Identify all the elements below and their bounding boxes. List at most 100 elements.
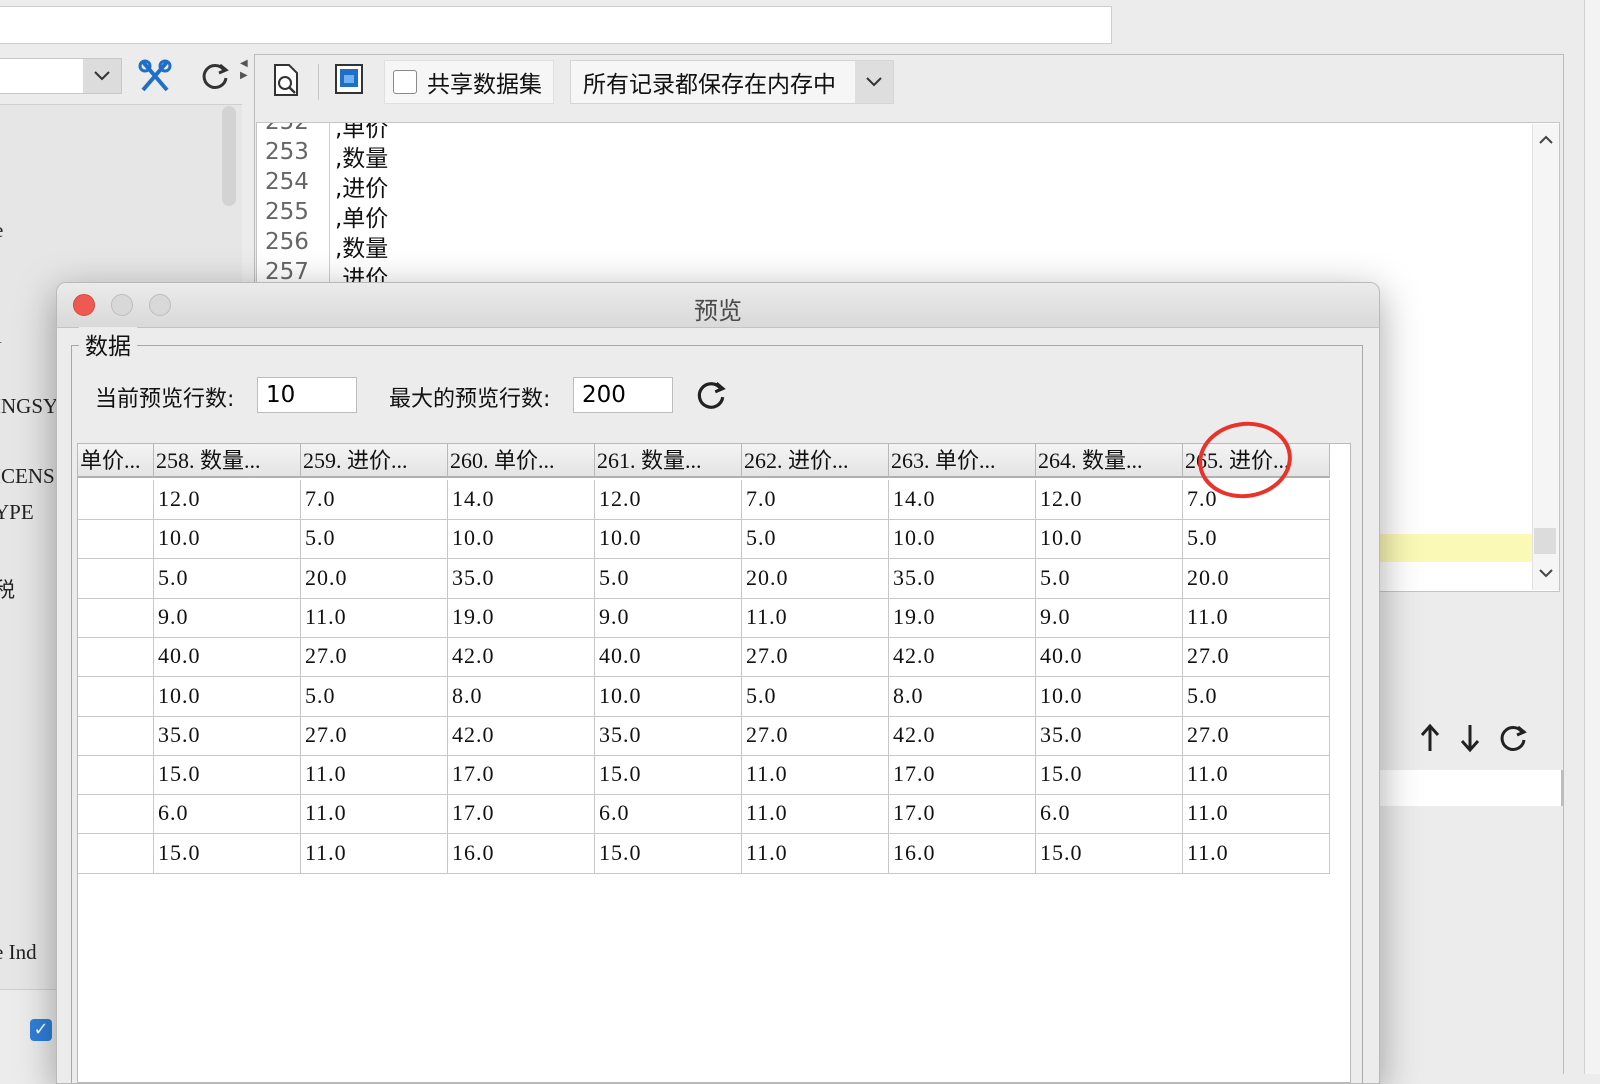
table-cell[interactable]: 27.0	[742, 715, 889, 756]
table-cell[interactable]: 16.0	[889, 833, 1036, 874]
refresh-icon[interactable]	[695, 379, 727, 415]
chevron-down-icon[interactable]	[83, 59, 121, 93]
table-cell[interactable]	[78, 676, 154, 717]
table-cell[interactable]: 42.0	[889, 637, 1036, 678]
table-cell[interactable]: 15.0	[1036, 755, 1183, 796]
max-rows-input[interactable]	[573, 377, 673, 413]
checkbox-unchecked[interactable]	[393, 70, 417, 94]
title-bar[interactable]: 预览	[57, 283, 1379, 328]
table-cell[interactable]: 10.0	[595, 519, 742, 560]
table-cell[interactable]	[78, 480, 154, 520]
table-cell[interactable]: 5.0	[595, 558, 742, 599]
table-cell[interactable]: 6.0	[595, 794, 742, 835]
table-cell[interactable]: 35.0	[595, 715, 742, 756]
editor-scrollbar[interactable]	[1532, 124, 1559, 590]
table-cell[interactable]: 40.0	[595, 637, 742, 678]
table-cell[interactable]	[78, 637, 154, 678]
table-cell[interactable]: 11.0	[742, 794, 889, 835]
table-cell[interactable]: 40.0	[154, 637, 301, 678]
table-cell[interactable]: 9.0	[1036, 597, 1183, 638]
table-cell[interactable]: 15.0	[595, 833, 742, 874]
table-cell[interactable]: 20.0	[742, 558, 889, 599]
table-cell[interactable]: 14.0	[889, 480, 1036, 520]
arrow-down-icon[interactable]	[1458, 723, 1482, 757]
table-cell[interactable]: 11.0	[301, 755, 448, 796]
table-cell[interactable]: 8.0	[448, 676, 595, 717]
table-cell[interactable]: 12.0	[1036, 480, 1183, 520]
table-cell[interactable]: 17.0	[448, 755, 595, 796]
table-cell[interactable]: 5.0	[154, 558, 301, 599]
column-header[interactable]: 263. 单价...	[889, 444, 1036, 478]
table-cell[interactable]: 11.0	[1183, 755, 1330, 796]
memory-mode-select[interactable]: 所有记录都保存在内存中	[570, 60, 894, 104]
table-cell[interactable]: 17.0	[448, 794, 595, 835]
table-cell[interactable]: 11.0	[1183, 833, 1330, 874]
table-cell[interactable]: 35.0	[889, 558, 1036, 599]
table-cell[interactable]: 35.0	[448, 558, 595, 599]
left-list-item[interactable]: ICENS	[0, 464, 55, 489]
column-header[interactable]: 258. 数量...	[154, 444, 301, 478]
column-header[interactable]: 264. 数量...	[1036, 444, 1183, 478]
scissors-x-icon[interactable]	[134, 56, 176, 96]
table-cell[interactable]: 11.0	[1183, 794, 1330, 835]
splitter-arrows[interactable]: ◀ ▶	[240, 58, 248, 94]
table-cell[interactable]: 15.0	[1036, 833, 1183, 874]
table-cell[interactable]: 27.0	[1183, 637, 1330, 678]
table-cell[interactable]: 27.0	[1183, 715, 1330, 756]
table-cell[interactable]: 11.0	[742, 597, 889, 638]
table-cell[interactable]: 5.0	[742, 676, 889, 717]
left-list-item[interactable]: l	[0, 324, 2, 349]
table-cell[interactable]	[78, 794, 154, 835]
chevron-down-icon[interactable]	[1538, 563, 1554, 582]
table-cell[interactable]: 20.0	[301, 558, 448, 599]
table-cell[interactable]: 12.0	[595, 480, 742, 520]
table-cell[interactable]: 6.0	[154, 794, 301, 835]
table-cell[interactable]: 12.0	[154, 480, 301, 520]
table-cell[interactable]: 11.0	[301, 794, 448, 835]
editor-line[interactable]: 254 ,进价	[257, 169, 1559, 202]
table-cell[interactable]: 27.0	[742, 637, 889, 678]
table-cell[interactable]: 10.0	[448, 519, 595, 560]
left-list-item[interactable]: YPE	[0, 500, 34, 525]
table-cell[interactable]	[78, 519, 154, 560]
table-cell[interactable]: 5.0	[1183, 519, 1330, 560]
table-cell[interactable]: 11.0	[1183, 597, 1330, 638]
left-list-item[interactable]: e	[0, 218, 3, 243]
table-cell[interactable]: 17.0	[889, 794, 1036, 835]
chevron-up-icon[interactable]	[1538, 130, 1554, 149]
right-text-field[interactable]	[1375, 770, 1563, 806]
table-cell[interactable]: 9.0	[154, 597, 301, 638]
table-cell[interactable]: 42.0	[889, 715, 1036, 756]
refresh-icon[interactable]	[1498, 723, 1528, 757]
table-cell[interactable]: 10.0	[1036, 519, 1183, 560]
table-cell[interactable]: 5.0	[742, 519, 889, 560]
dataset-save-icon[interactable]	[330, 60, 370, 100]
current-rows-input[interactable]	[257, 377, 357, 413]
chevron-down-icon[interactable]	[855, 61, 893, 103]
editor-line[interactable]: 255 ,单价	[257, 199, 1559, 232]
table-cell[interactable]: 15.0	[154, 833, 301, 874]
table-cell[interactable]: 42.0	[448, 637, 595, 678]
table-cell[interactable]: 10.0	[154, 519, 301, 560]
table-cell[interactable]: 19.0	[889, 597, 1036, 638]
table-cell[interactable]: 35.0	[1036, 715, 1183, 756]
table-cell[interactable]: 7.0	[301, 480, 448, 520]
table-cell[interactable]	[78, 755, 154, 796]
table-cell[interactable]: 27.0	[301, 715, 448, 756]
arrow-up-icon[interactable]	[1418, 723, 1442, 757]
table-cell[interactable]	[78, 833, 154, 874]
table-cell[interactable]: 5.0	[301, 676, 448, 717]
table-cell[interactable]: 17.0	[889, 755, 1036, 796]
table-cell[interactable]	[78, 715, 154, 756]
table-cell[interactable]: 19.0	[448, 597, 595, 638]
table-cell[interactable]: 40.0	[1036, 637, 1183, 678]
table-cell[interactable]: 15.0	[154, 755, 301, 796]
table-cell[interactable]: 7.0	[742, 480, 889, 520]
table-cell[interactable]: 35.0	[154, 715, 301, 756]
left-list-item[interactable]: INGSY:	[0, 394, 62, 419]
table-cell[interactable]: 16.0	[448, 833, 595, 874]
table-cell[interactable]: 5.0	[1036, 558, 1183, 599]
table-cell[interactable]: 11.0	[742, 833, 889, 874]
column-header[interactable]: 261. 数量...	[595, 444, 742, 478]
table-cell[interactable]: 11.0	[301, 833, 448, 874]
